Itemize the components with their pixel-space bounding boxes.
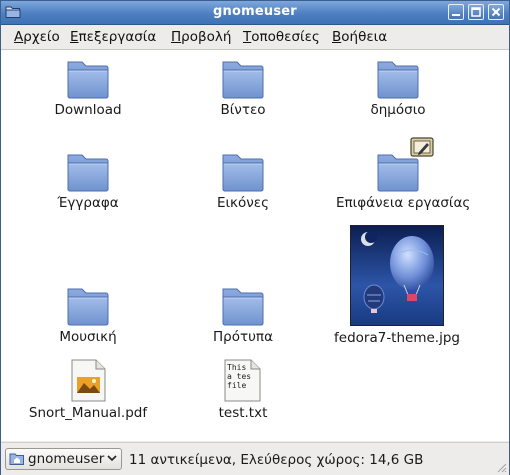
close-icon [491, 7, 501, 17]
menu-edit[interactable]: Επεξεργασία [70, 29, 156, 45]
file-name: fedora7-theme.jpg [334, 330, 460, 346]
file-item[interactable]: Πρότυπα [213, 283, 273, 363]
file-name: δημόσιο [370, 102, 426, 118]
pdf-document-icon [71, 359, 106, 402]
file-item[interactable]: Snort_Manual.pdf [29, 359, 147, 439]
status-bar: gnomeuser 11 αντικείμενα, Ελεύθερος χώρο… [1, 442, 509, 475]
file-name: Βίντεο [220, 102, 266, 118]
menu-file[interactable]: Αρχείο [14, 29, 60, 45]
status-info: 11 αντικείμενα, Ελεύθερος χώρος: 14,6 GB [129, 452, 424, 468]
file-name: Snort_Manual.pdf [28, 405, 148, 421]
file-name: Έγγραφα [57, 195, 119, 211]
file-item[interactable]: fedora7-theme.jpg [334, 225, 460, 365]
resize-grip-icon[interactable] [495, 461, 507, 473]
file-name: Εικόνες [216, 195, 270, 211]
folder-icon [376, 56, 420, 100]
folder-icon [221, 149, 265, 193]
title-bar[interactable]: gnomeuser [1, 1, 509, 25]
desktop-emblem-icon [410, 137, 434, 157]
maximize-icon [471, 7, 481, 17]
minimize-icon [452, 14, 460, 16]
folder-icon [221, 56, 265, 100]
file-item[interactable]: This a tes file test.txt [219, 359, 267, 439]
file-name: Download [54, 102, 122, 118]
image-thumbnail [350, 225, 444, 326]
folder-icon [221, 283, 265, 327]
folder-icon [66, 283, 110, 327]
menu-help[interactable]: Βοήθεια [332, 29, 387, 45]
text-preview-line: This [227, 363, 246, 372]
location-combo[interactable]: gnomeuser [5, 448, 122, 470]
menu-bar: Αρχείο Επεξεργασία Προβολή Τοποθεσίες Βο… [1, 25, 509, 50]
text-document-icon: This a tes file [224, 359, 261, 402]
file-item[interactable]: Μουσική [59, 283, 117, 363]
file-item[interactable]: Έγγραφα [57, 149, 119, 229]
file-item[interactable]: δημόσιο [370, 56, 426, 136]
file-name: Επιφάνεια εργασίας [336, 195, 471, 211]
text-preview-line: a tes [227, 372, 251, 381]
menu-view[interactable]: Προβολή [171, 29, 231, 45]
text-preview-line: file [227, 381, 246, 390]
file-item[interactable]: Επιφάνεια εργασίας [336, 137, 470, 229]
location-label: gnomeuser [28, 451, 105, 467]
home-folder-icon [9, 453, 24, 465]
maximize-button[interactable] [468, 4, 484, 20]
folder-icon [66, 149, 110, 193]
menu-places[interactable]: Τοποθεσίες [243, 29, 320, 45]
file-name: Πρότυπα [213, 329, 273, 345]
file-item[interactable]: Download [54, 56, 122, 136]
file-manager-window: gnomeuser Αρχείο Επεξεργασία Προβολή Τοπ… [0, 0, 510, 475]
file-item[interactable]: Βίντεο [220, 56, 266, 136]
icon-view[interactable]: Download Βίντεο δημόσιο Έγγραφα Εικόνες [1, 50, 509, 441]
file-name: test.txt [218, 405, 268, 421]
file-name: Μουσική [59, 329, 117, 345]
minimize-button[interactable] [448, 4, 464, 20]
folder-icon [66, 56, 110, 100]
chevron-down-icon [107, 455, 117, 462]
file-item[interactable]: Εικόνες [217, 149, 269, 229]
window-title: gnomeuser [213, 4, 297, 19]
close-button[interactable] [488, 4, 504, 20]
